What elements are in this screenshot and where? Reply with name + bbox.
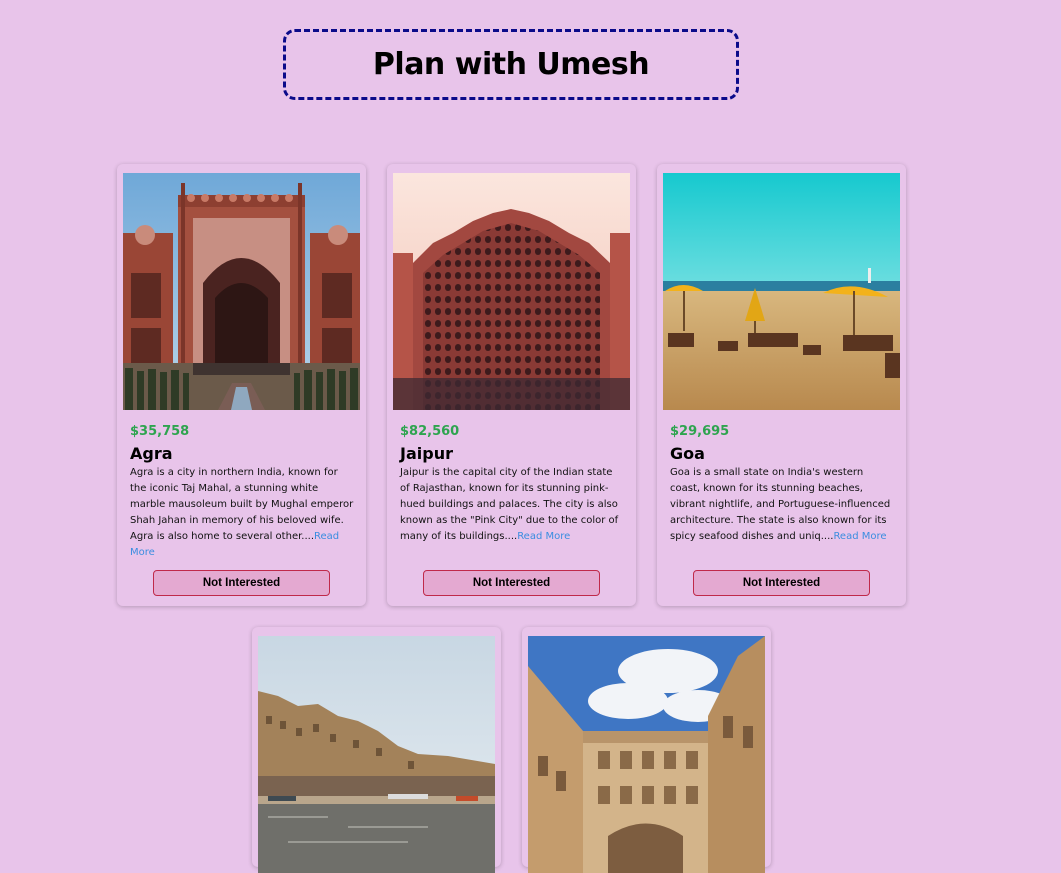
tour-description: Goa is a small state on India's western …	[670, 465, 895, 545]
tour-image-agra	[123, 173, 360, 410]
read-more-link[interactable]: Read More	[517, 531, 570, 542]
tour-image-goa	[663, 173, 900, 410]
tour-image	[258, 636, 495, 873]
page-title: Plan with Umesh	[372, 47, 650, 82]
tour-price: $35,758	[130, 424, 190, 439]
tour-card-jaipur: $82,560 Jaipur Jaipur is the capital cit…	[387, 164, 636, 606]
tour-description-text: Jaipur is the capital city of the Indian…	[400, 467, 619, 542]
tour-card-agra: $35,758 Agra Agra is a city in northern …	[117, 164, 366, 606]
tour-name: Jaipur	[400, 444, 453, 463]
tour-description: Agra is a city in northern India, known …	[130, 465, 355, 561]
tour-image	[528, 636, 765, 873]
not-interested-button[interactable]: Not Interested	[153, 570, 330, 596]
tour-price: $29,695	[670, 424, 730, 439]
tour-card	[252, 627, 501, 873]
tour-name: Goa	[670, 444, 705, 463]
tour-card	[522, 627, 771, 873]
not-interested-button[interactable]: Not Interested	[693, 570, 870, 596]
tour-price: $82,560	[400, 424, 460, 439]
tour-card-goa: $29,695 Goa Goa is a small state on Indi…	[657, 164, 906, 606]
tour-description: Jaipur is the capital city of the Indian…	[400, 465, 625, 545]
tour-image-jaipur	[393, 173, 630, 410]
tour-name: Agra	[130, 444, 173, 463]
page-title-box: Plan with Umesh	[283, 29, 739, 100]
not-interested-button[interactable]: Not Interested	[423, 570, 600, 596]
read-more-link[interactable]: Read More	[833, 531, 886, 542]
